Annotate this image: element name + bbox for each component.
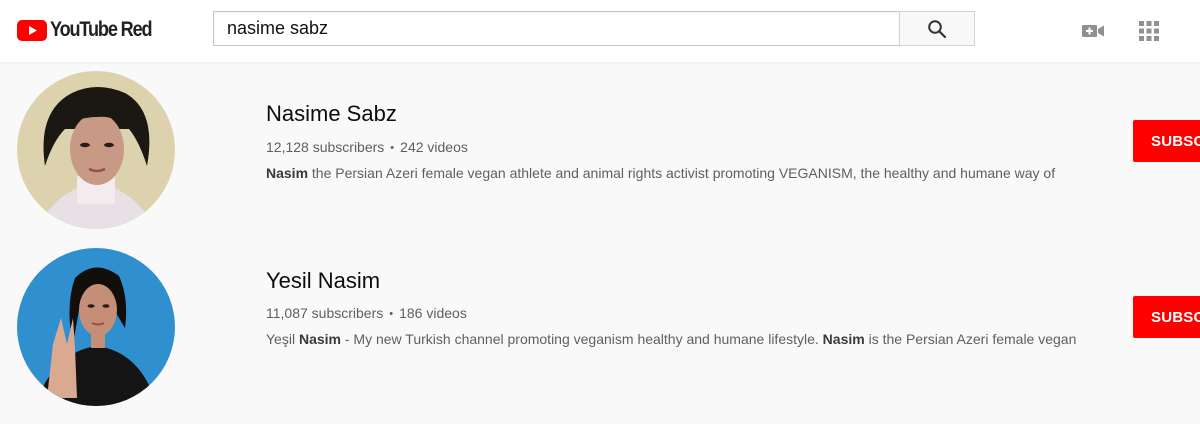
avatar-image (17, 71, 175, 229)
channel-meta: 11,087 subscribers • 186 videos (266, 305, 467, 321)
subscribe-button[interactable]: SUBSCRIBE (1133, 120, 1200, 162)
subscriber-count: 12,128 subscribers (266, 139, 385, 155)
channel-result: Nasime Sabz 12,128 subscribers • 242 video… (0, 71, 1200, 231)
description-text: is the Persian Azeri female vegan (864, 331, 1077, 347)
youtube-red-logo[interactable]: YouTube Red (17, 18, 168, 42)
channel-meta: 12,128 subscribers • 242 videos (266, 139, 468, 155)
description-text: Yeşil (266, 331, 299, 347)
description-text: the Persian Azeri female vegan athlete a… (308, 165, 1056, 181)
upload-video-icon[interactable] (1081, 19, 1105, 43)
channel-result: Yesil Nasim 11,087 subscribers • 186 video… (0, 248, 1200, 408)
channel-title[interactable]: Nasime Sabz (266, 101, 397, 127)
search-box (213, 11, 899, 46)
search-button[interactable] (899, 11, 975, 46)
channel-description: Yeşil Nasim - My new Turkish channel pro… (266, 329, 1096, 349)
subscribe-button[interactable]: SUBSCRIBE (1133, 296, 1200, 338)
meta-separator: • (390, 142, 395, 154)
highlighted-keyword: Nasim (266, 165, 309, 181)
youtube-play-icon (17, 19, 47, 41)
subscriber-count: 11,087 subscribers (266, 305, 384, 321)
apps-grid-icon[interactable] (1137, 19, 1161, 43)
search-input[interactable] (214, 12, 899, 45)
channel-avatar[interactable] (17, 71, 175, 229)
search-icon (928, 19, 947, 38)
highlighted-keyword: Nasim (298, 331, 341, 347)
logo-text: YouTube Red (50, 18, 153, 41)
channel-avatar[interactable] (17, 248, 175, 406)
video-count: 186 videos (399, 305, 467, 321)
avatar-image (17, 248, 175, 406)
video-count: 242 videos (400, 139, 468, 155)
masthead: YouTube Red (0, 0, 1200, 62)
channel-title[interactable]: Yesil Nasim (266, 268, 380, 294)
highlighted-keyword: Nasim (822, 331, 865, 347)
description-text: - My new Turkish channel promoting vegan… (340, 331, 823, 347)
meta-separator: • (389, 308, 394, 320)
channel-description: Nasim the Persian Azeri female vegan ath… (266, 163, 1116, 183)
